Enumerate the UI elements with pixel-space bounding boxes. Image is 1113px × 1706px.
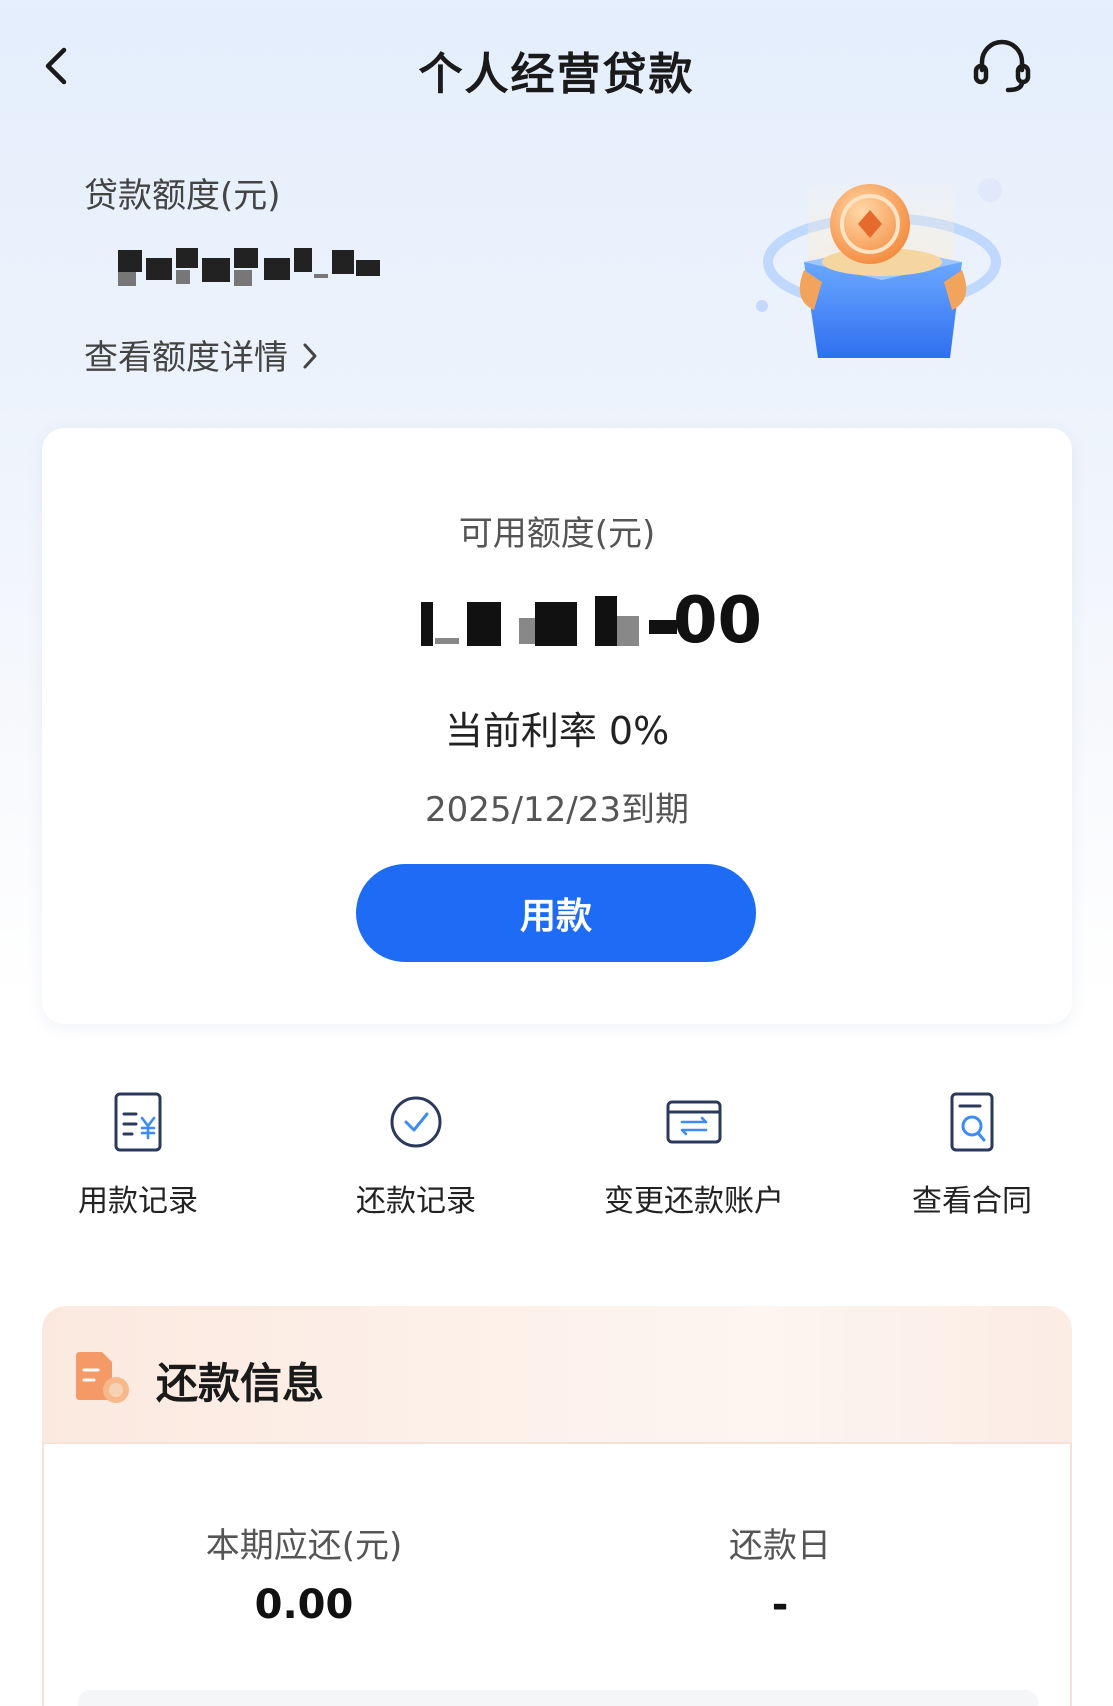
action-label: 用款记录 (78, 1184, 198, 1219)
borrow-button[interactable]: 用款 (356, 864, 756, 962)
document-search-icon (950, 1092, 994, 1152)
loan-limit-value-redacted (118, 246, 380, 292)
repayment-detail-strip (78, 1690, 1038, 1706)
action-label: 变更还款账户 (604, 1184, 784, 1219)
top-bar: 个人经营贷款 (0, 0, 1113, 130)
action-label: 查看合同 (912, 1184, 1032, 1219)
repayment-info-body: 本期应还(元) 0.00 还款日 - (42, 1442, 1072, 1706)
customer-service-button[interactable] (968, 32, 1036, 100)
current-due-value: 0.00 (254, 1582, 354, 1628)
current-due-label: 本期应还(元) (205, 1526, 403, 1566)
treasure-box-illustration (756, 178, 1002, 358)
due-date-text: 2025/12/23到期 (425, 790, 689, 830)
repayment-info-section: 还款信息 本期应还(元) 0.00 还款日 - (42, 1306, 1072, 1706)
repay-day-label: 还款日 (729, 1526, 831, 1566)
action-repayment-records[interactable]: 还款记录 (296, 1090, 536, 1220)
view-limit-details-label: 查看额度详情 (84, 338, 288, 378)
action-change-repayment-account[interactable]: 变更还款账户 (574, 1090, 814, 1220)
check-circle-icon (390, 1096, 442, 1148)
action-borrow-records[interactable]: 用款记录 (18, 1090, 258, 1220)
bill-coin-icon (76, 1352, 129, 1403)
repayment-info-header: 还款信息 (42, 1306, 1072, 1442)
quick-actions: 用款记录 还款记录 变更还款账户 查看合同 (0, 1090, 1113, 1230)
available-limit-label: 可用额度(元) (458, 514, 656, 554)
chevron-right-icon (303, 343, 317, 369)
repay-day-value: - (771, 1582, 789, 1628)
available-limit-value-redacted: 00 (377, 584, 797, 662)
interest-rate-text: 当前利率 0% (444, 709, 670, 753)
available-limit-value-tail: 00 (673, 584, 763, 658)
available-limit-card: 可用额度(元) 00 当前利率 0% 2025/12/23到期 用款 (42, 428, 1072, 1024)
receipt-yuan-icon (114, 1092, 162, 1152)
action-label: 还款记录 (356, 1184, 476, 1219)
card-transfer-icon (666, 1100, 722, 1144)
action-view-contract[interactable]: 查看合同 (852, 1090, 1092, 1220)
headset-icon (973, 39, 1031, 93)
view-limit-details-link[interactable]: 查看额度详情 (84, 330, 321, 379)
page-title: 个人经营贷款 (418, 49, 695, 100)
loan-limit-label: 贷款额度(元) (84, 176, 281, 216)
repayment-info-title: 还款信息 (156, 1359, 325, 1408)
